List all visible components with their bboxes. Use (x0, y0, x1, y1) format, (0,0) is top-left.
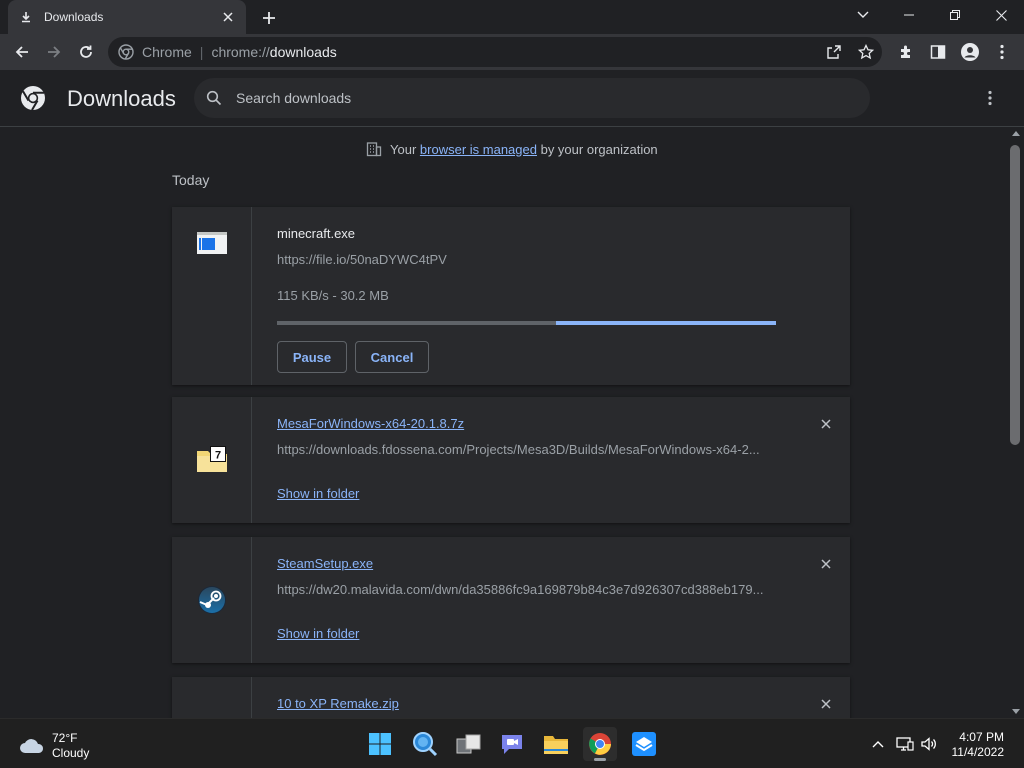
side-panel-icon[interactable] (928, 42, 948, 62)
windows-taskbar: 72°F Cloudy 4:07 PM 11/4/2022 (0, 718, 1024, 768)
new-tab-button[interactable] (258, 7, 280, 29)
remove-from-list-icon[interactable] (818, 556, 834, 572)
download-item: 7 MesaForWindows-x64-20.1.8.7z https://d… (172, 397, 850, 523)
page-title: Downloads (67, 86, 176, 111)
minimize-button[interactable] (886, 0, 932, 30)
page-scrollbar[interactable] (1006, 127, 1024, 718)
back-button[interactable] (8, 38, 36, 66)
url-scheme: chrome:// (211, 44, 270, 60)
sandbox-app-icon[interactable] (627, 727, 661, 761)
downloads-header: Downloads (0, 70, 1024, 127)
download-icon (18, 9, 34, 25)
chat-app-icon[interactable] (495, 727, 529, 761)
chrome-site-icon (118, 44, 134, 60)
chrome-menu-icon[interactable] (992, 42, 1012, 62)
file-name-link[interactable]: MesaForWindows-x64-20.1.8.7z (277, 416, 464, 431)
weather-temp: 72°F (52, 731, 78, 745)
exe-file-icon (196, 227, 228, 259)
file-name-link[interactable]: SteamSetup.exe (277, 556, 373, 571)
tab-search-icon[interactable] (840, 0, 886, 30)
active-app-indicator (594, 758, 606, 761)
file-url: https://downloads.fdossena.com/Projects/… (277, 442, 760, 457)
progress-fill (556, 321, 776, 325)
search-input[interactable] (236, 90, 836, 106)
weather-condition: Cloudy (52, 746, 90, 760)
search-icon (206, 90, 222, 106)
url-host: downloads (269, 44, 337, 60)
remove-from-list-icon[interactable] (818, 416, 834, 432)
clock-date: 11/4/2022 (951, 745, 1005, 759)
download-status: 115 KB/s - 30.2 MB (277, 288, 389, 303)
cloud-icon (18, 736, 46, 756)
scroll-thumb[interactable] (1010, 145, 1020, 445)
file-explorer-icon[interactable] (539, 727, 573, 761)
managed-prefix: Your (390, 141, 417, 157)
share-icon[interactable] (824, 42, 844, 62)
start-button[interactable] (363, 727, 397, 761)
omnibox-divider: | (199, 44, 204, 60)
cancel-button[interactable]: Cancel (355, 341, 429, 373)
weather-widget[interactable]: 72°F Cloudy (18, 731, 89, 761)
forward-button[interactable] (40, 38, 68, 66)
clock-time: 4:07 PM (959, 730, 1004, 744)
chrome-taskbar-icon[interactable] (583, 727, 617, 761)
file-url: https://dw20.malavida.com/dwn/da35886fc9… (277, 582, 764, 597)
more-actions-icon[interactable] (980, 88, 1000, 108)
download-item: SteamSetup.exe https://dw20.malavida.com… (172, 537, 850, 663)
managed-suffix: by your organization (540, 141, 658, 157)
show-in-folder-link[interactable]: Show in folder (277, 486, 359, 501)
tab-downloads[interactable]: Downloads (8, 0, 246, 34)
close-tab-icon[interactable] (220, 9, 236, 25)
file-icon-column (172, 677, 252, 718)
search-downloads-box[interactable] (194, 78, 870, 118)
pause-button[interactable]: Pause (277, 341, 347, 373)
download-item: minecraft.exe https://file.io/50naDYWC4t… (172, 207, 850, 385)
download-item: 10 to XP Remake.zip (172, 677, 850, 718)
browser-managed-link[interactable]: browser is managed (420, 142, 537, 157)
date-section-label: Today (172, 172, 210, 188)
close-window-button[interactable] (978, 0, 1024, 30)
address-bar[interactable]: Chrome | chrome://downloads (108, 37, 882, 67)
7z-archive-icon: 7 (196, 443, 228, 475)
building-icon (366, 141, 382, 157)
site-name: Chrome (142, 44, 192, 60)
chrome-logo-icon (20, 85, 46, 111)
reload-button[interactable] (72, 38, 100, 66)
tab-strip: Downloads (0, 0, 1024, 34)
task-view-icon[interactable] (452, 727, 486, 761)
show-in-folder-link[interactable]: Show in folder (277, 626, 359, 641)
network-icon[interactable] (896, 735, 914, 753)
remove-from-list-icon[interactable] (818, 696, 834, 712)
scroll-down-arrow-icon[interactable] (1012, 709, 1020, 714)
extensions-icon[interactable] (896, 42, 916, 62)
download-progress-bar (277, 321, 776, 325)
steam-icon (196, 584, 228, 616)
managed-notice: Your browser is managed by your organiza… (366, 141, 658, 157)
svg-text:7: 7 (215, 450, 221, 462)
file-name: minecraft.exe (277, 226, 356, 241)
tab-title: Downloads (44, 10, 104, 24)
profile-avatar-icon[interactable] (960, 42, 980, 62)
browser-toolbar: Chrome | chrome://downloads (0, 34, 1024, 70)
show-hidden-icons-chevron-icon[interactable] (869, 735, 887, 753)
search-app-icon[interactable] (408, 727, 442, 761)
scroll-up-arrow-icon[interactable] (1012, 131, 1020, 136)
volume-icon[interactable] (920, 735, 938, 753)
restore-button[interactable] (932, 0, 978, 30)
downloads-list: Your browser is managed by your organiza… (0, 127, 1006, 718)
system-clock[interactable]: 4:07 PM 11/4/2022 (940, 730, 1005, 760)
file-name-link[interactable]: 10 to XP Remake.zip (277, 696, 399, 711)
file-url: https://file.io/50naDYWC4tPV (277, 252, 447, 267)
bookmark-star-icon[interactable] (856, 42, 876, 62)
